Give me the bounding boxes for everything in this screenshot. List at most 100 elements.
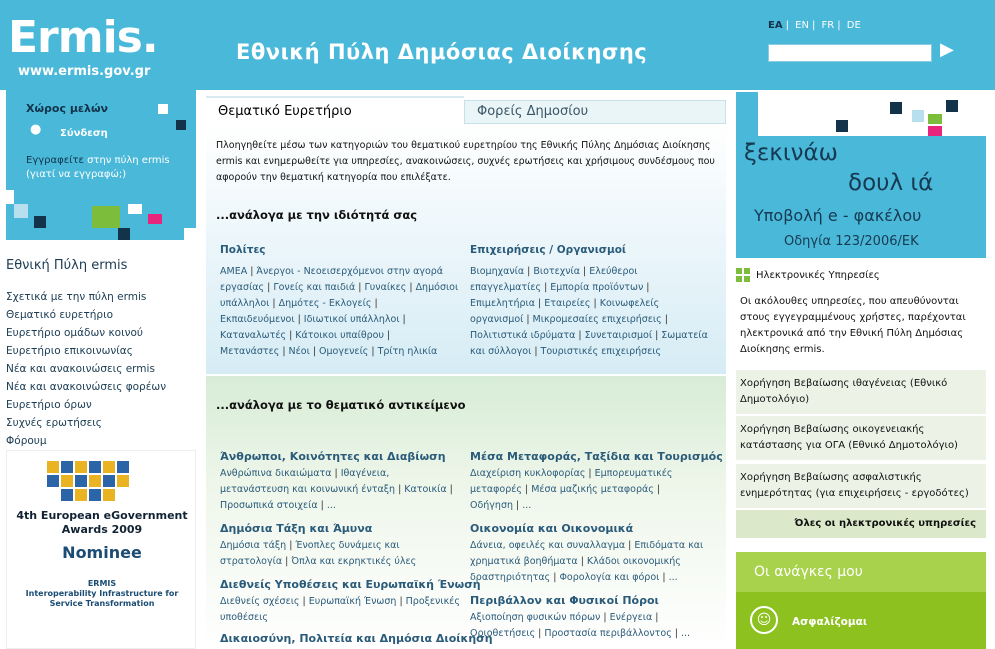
- category-link[interactable]: Τουριστικές επιχειρήσεις: [541, 346, 662, 357]
- eservices-title: Ηλεκτρονικές Υπηρεσίες: [756, 270, 880, 281]
- category-link[interactable]: Διεθνείς σχέσεις: [220, 596, 300, 607]
- nav-item[interactable]: Ευρετήριο όρων: [6, 396, 166, 414]
- category-link[interactable]: Ενέργεια: [610, 612, 653, 623]
- category-link[interactable]: Επιμελητήρια: [470, 298, 535, 309]
- eservices-description: Οι ακόλουθες υπηρεσίες, που απευθύνονται…: [740, 296, 966, 355]
- category-link[interactable]: Φορολογία και φόροι: [559, 572, 659, 583]
- category-link[interactable]: Δάνεια, οφειλές και συναλλαγμα: [470, 540, 625, 551]
- topic-heading[interactable]: Διεθνείς Υποθέσεις και Ευρωπαϊκή Ένωση: [220, 578, 481, 591]
- topic-heading[interactable]: Οικονομία και Οικονομικά: [470, 522, 633, 535]
- category-link[interactable]: Όπλα και εκρηκτικές ύλες: [291, 556, 416, 567]
- category-link[interactable]: Διαχείριση κυκλοφορίας: [470, 468, 585, 479]
- tab-public-bodies[interactable]: Φορείς Δημοσίου: [464, 100, 726, 124]
- nav-item[interactable]: Θεματικό ευρετήριο: [6, 306, 166, 324]
- category-link[interactable]: Βιοτεχνία: [533, 266, 580, 277]
- language-switcher: EA | EN | FR | DE: [768, 20, 861, 31]
- category-link[interactable]: Ιδιωτικοί υπάλληλοι: [304, 314, 400, 325]
- nav-item[interactable]: Συχνές ερωτήσεις: [6, 414, 166, 432]
- category-link[interactable]: Κάτοικοι υπαίθρου: [295, 330, 384, 341]
- separator: |: [583, 266, 587, 277]
- category-link[interactable]: Εμπορία προϊόντων: [550, 282, 643, 293]
- nav-item[interactable]: Νέα και ανακοινώσεις φορέων: [6, 378, 166, 396]
- category-link[interactable]: Εταιρείες: [544, 298, 590, 309]
- category-link[interactable]: Ευρωπαϊκή Ένωση: [309, 596, 397, 607]
- category-link[interactable]: Αξιοποίηση φυσικών πόρων: [470, 612, 600, 623]
- start-business-banner[interactable]: ξεκινάω δουλ ιά Υποβολή e - φακέλου Οδηγ…: [736, 136, 986, 258]
- separator: |: [402, 314, 406, 325]
- separator: |: [593, 298, 597, 309]
- my-needs-header[interactable]: Οι ανάγκες μου: [736, 552, 986, 592]
- category-link[interactable]: Ομογενείς: [319, 346, 368, 357]
- businesses-heading[interactable]: Επιχειρήσεις / Οργανισμοί: [470, 244, 626, 256]
- separator: |: [578, 330, 582, 341]
- banner-line1: ξεκινάω: [744, 140, 838, 166]
- category-link[interactable]: Μικρομεσαίες επιχειρήσεις: [533, 314, 662, 325]
- separator: |: [534, 346, 538, 357]
- topic-heading[interactable]: Μέσα Μεταφοράς, Ταξίδια και Τουρισμός: [470, 450, 723, 463]
- why-register-link[interactable]: (γιατί να εγγραφώ;): [26, 169, 126, 180]
- category-link[interactable]: Προστασία περιβάλλοντος: [544, 628, 671, 639]
- separator: |: [387, 330, 391, 341]
- register-text: Εγγραφείτε στην πύλη ermis (γιατί να εγγ…: [26, 154, 186, 182]
- category-link[interactable]: Μέσα μαζικής μεταφοράς: [531, 484, 654, 495]
- nav-item[interactable]: Σχετικά με την πύλη ermis: [6, 288, 166, 306]
- nav-item[interactable]: Νέα και ανακοινώσεις ermis: [6, 360, 166, 378]
- category-link[interactable]: Νέοι: [289, 346, 310, 357]
- separator: |: [289, 330, 293, 341]
- topic-links: Αξιοποίηση φυσικών πόρων | Ενέργεια |Οριοθε…: [470, 610, 710, 642]
- category-link[interactable]: Δημότες - Εκλογείς: [279, 298, 372, 309]
- category-link[interactable]: ...: [681, 628, 690, 639]
- category-link[interactable]: ...: [327, 500, 336, 511]
- register-link[interactable]: στην πύλη ermis: [87, 155, 170, 166]
- separator: |: [297, 314, 301, 325]
- insurance-item[interactable]: ☺ Ασφαλίζομαι: [736, 592, 986, 649]
- separator: |: [449, 484, 453, 495]
- category-link[interactable]: Καταναλωτές: [220, 330, 286, 341]
- category-link[interactable]: Βιομηχανία: [470, 266, 524, 277]
- login-link[interactable]: Σύνδεση: [60, 128, 108, 139]
- topic-heading[interactable]: Περιβάλλον και Φυσικοί Πόροι: [470, 594, 659, 607]
- topic-heading[interactable]: Δημόσια Τάξη και Άμυνα: [220, 522, 372, 535]
- category-link[interactable]: Δημόσια τάξη: [220, 540, 286, 551]
- citizens-heading[interactable]: Πολίτες: [220, 244, 266, 256]
- category-link[interactable]: Γυναίκες: [364, 282, 406, 293]
- eservice-item[interactable]: Χορήγηση Βεβαίωσης οικογενειακής κατάστα…: [736, 416, 986, 461]
- topic-heading[interactable]: Δικαιοσύνη, Πολιτεία και Δημόσια Διοίκησ…: [220, 632, 493, 645]
- nav-item[interactable]: Ευρετήριο επικοινωνίας: [6, 342, 166, 360]
- lang-de[interactable]: DE: [847, 20, 861, 31]
- category-link[interactable]: Γονείς και παιδιά: [273, 282, 355, 293]
- category-link[interactable]: Μετανάστες: [220, 346, 279, 357]
- pixel-decoration: [34, 216, 46, 228]
- nav-item[interactable]: Φόρουμ: [6, 432, 166, 450]
- topic-heading[interactable]: Άνθρωποι, Κοινότητες και Διαβίωση: [220, 450, 446, 463]
- tab-thematic-index[interactable]: Θεματικό Ευρετήριο: [206, 96, 464, 124]
- category-link[interactable]: Προσωπικά στοιχεία: [220, 500, 318, 511]
- category-link[interactable]: Συνεταιρισμοί: [585, 330, 652, 341]
- category-link[interactable]: ...: [522, 500, 531, 511]
- lang-en[interactable]: EN: [795, 20, 809, 31]
- separator: |: [526, 314, 530, 325]
- category-link[interactable]: ΑΜΕΑ: [220, 266, 247, 277]
- category-link[interactable]: ...: [669, 572, 678, 583]
- search-arrow-icon[interactable]: ▶: [940, 40, 954, 60]
- lang-fr[interactable]: FR: [822, 20, 835, 31]
- pixel-decoration: [128, 204, 142, 214]
- category-link[interactable]: Πολιτιστικά ιδρύματα: [470, 330, 575, 341]
- egov-award-banner[interactable]: 4th European eGovernment Awards 2009 Nomi…: [6, 450, 196, 649]
- all-eservices-link[interactable]: Όλες οι ηλεκτρονικές υπηρεσίες: [736, 510, 986, 538]
- separator: |: [588, 468, 592, 479]
- category-link[interactable]: Τρίτη ηλικία: [378, 346, 438, 357]
- category-link[interactable]: Κατοικία: [404, 484, 446, 495]
- ermis-logo[interactable]: Ermis.: [8, 14, 159, 62]
- nav-item[interactable]: Ευρετήριο ομάδων κοινού: [6, 324, 166, 342]
- search-input[interactable]: [768, 44, 932, 62]
- eservice-item[interactable]: Χορήγηση Βεβαίωσης ασφαλιστικής ενημερότ…: [736, 464, 986, 509]
- category-link[interactable]: Εκπαιδευόμενοι: [220, 314, 295, 325]
- lang-el[interactable]: EA: [768, 20, 783, 31]
- eservice-item[interactable]: Χορήγηση Βεβαίωσης ιθαγένειας (Εθνικό Δη…: [736, 370, 986, 415]
- pixel-decoration: [0, 190, 14, 204]
- separator: |: [538, 628, 542, 639]
- category-link[interactable]: Ανθρώπινα δικαιώματα: [220, 468, 331, 479]
- category-link[interactable]: Οδήγηση: [470, 500, 513, 511]
- pixel-decoration: [912, 110, 924, 122]
